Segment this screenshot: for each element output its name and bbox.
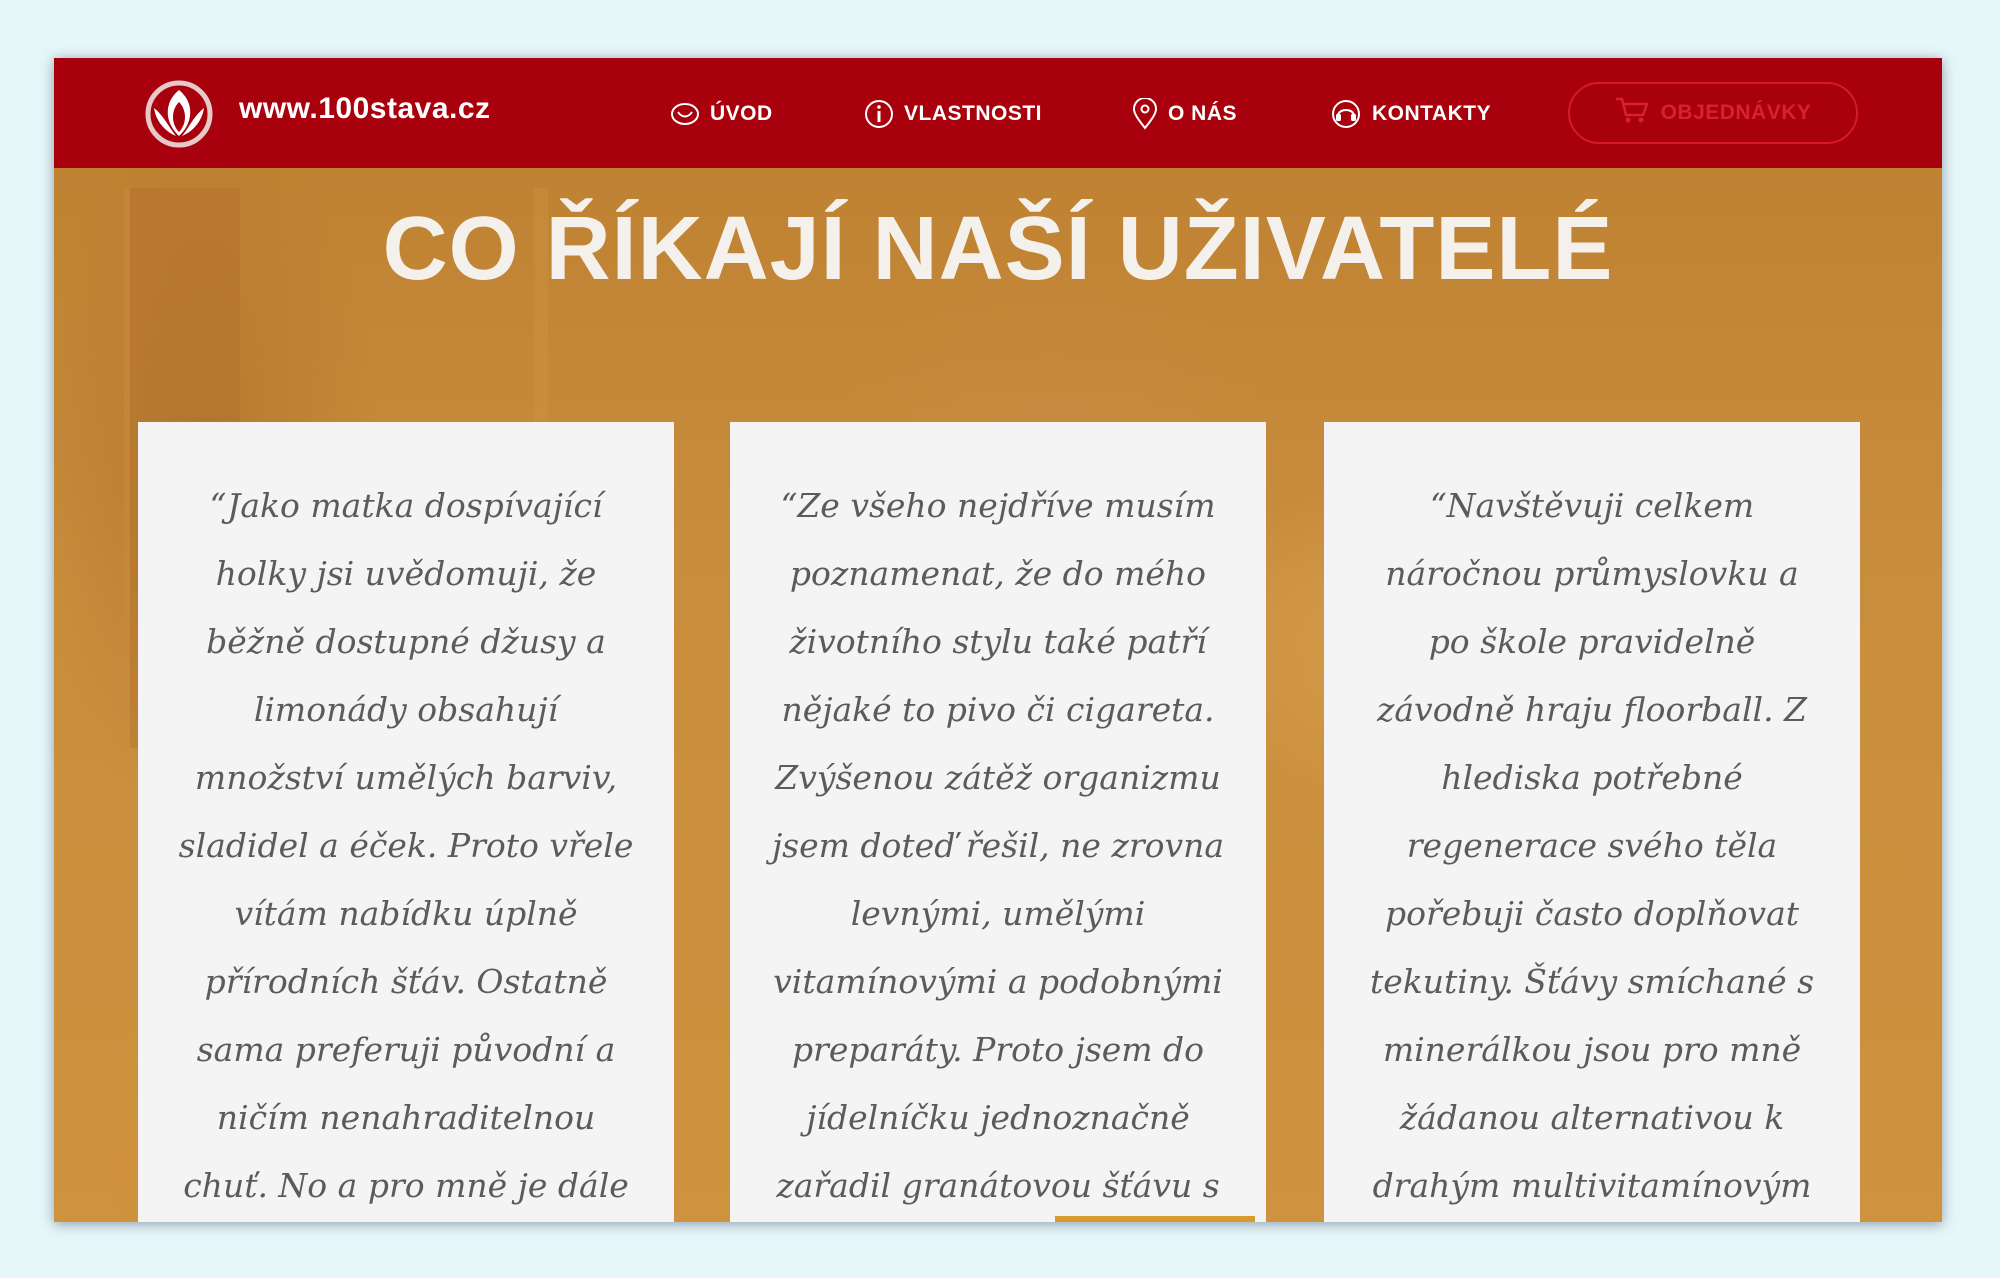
testimonial-line: chuť. No a pro mně je dále: [183, 1166, 629, 1205]
testimonial-line: “Ze všeho nejdříve musím: [780, 486, 1216, 525]
testimonial-card: “Jako matka dospívající holky jsi uvědom…: [138, 422, 674, 1222]
testimonial-card: “Navštěvuji celkem náročnou průmyslovku …: [1324, 422, 1860, 1222]
nav-item-label: ÚVOD: [710, 102, 773, 125]
nav-item-label: KONTAKTY: [1372, 102, 1492, 125]
testimonial-line: nějaké to pivo či cigareta.: [781, 690, 1215, 729]
location-pin-icon: [1132, 98, 1158, 130]
browser-viewport: www.100stava.cz ÚVOD VLASTNOSTI O NÁS KO…: [54, 58, 1942, 1222]
top-navbar: www.100stava.cz ÚVOD VLASTNOSTI O NÁS KO…: [54, 58, 1942, 168]
nav-item-o-nas[interactable]: O NÁS: [1132, 94, 1237, 134]
testimonial-line: po škole pravidelně: [1428, 622, 1756, 661]
section-title: CO ŘÍKAJÍ NAŠÍ UŽIVATELÉ: [382, 199, 1614, 299]
testimonial-line: “Jako matka dospívající: [209, 486, 603, 525]
testimonial-line: náročnou průmyslovku a: [1385, 554, 1799, 593]
brand-link[interactable]: www.100stava.cz: [239, 92, 491, 126]
testimonial-line: množství umělých barviv,: [194, 758, 618, 797]
testimonial-line: limonády obsahují: [253, 690, 559, 729]
orders-button-label: OBJEDNÁVKY: [1660, 101, 1812, 124]
testimonial-line: zařadil granátovou šťávu s: [776, 1166, 1220, 1205]
cart-icon: [1615, 96, 1649, 130]
testimonial-line: drahým multivitamínovým: [1372, 1166, 1812, 1205]
testimonial-line: Zvýšenou zátěž organizmu: [775, 758, 1221, 797]
nav-item-vlastnosti[interactable]: VLASTNOSTI: [864, 94, 1042, 134]
info-icon: [864, 99, 894, 129]
testimonial-line: přírodních šťáv. Ostatně: [204, 962, 608, 1001]
testimonial-line: životního stylu také patří: [789, 622, 1207, 661]
testimonial-line: jsem doteď řešil, ne zrovna: [771, 826, 1225, 865]
testimonial-line: sladidel a éček. Proto vřele: [178, 826, 634, 865]
testimonial-line: vítám nabídku úplně: [234, 894, 578, 933]
testimonial-line: sama preferuji původní a: [196, 1030, 616, 1069]
nav-item-label: O NÁS: [1168, 102, 1238, 125]
testimonial-line: “Navštěvuji celkem: [1429, 486, 1755, 525]
testimonial-line: ničím nenahraditelnou: [216, 1098, 596, 1137]
testimonial-line: pořebuji často doplňovat: [1384, 894, 1800, 933]
testimonial-card: “Ze všeho nejdříve musím poznamenat, že …: [730, 422, 1266, 1222]
testimonial-line: tekutiny. Šťávy smíchané s: [1369, 962, 1815, 1001]
testimonial-line: běžně dostupné džusy a: [206, 622, 606, 661]
testimonial-line: minerálkou jsou pro mně: [1382, 1030, 1802, 1069]
lotus-logo-icon[interactable]: [134, 78, 224, 148]
nav-item-kontakty[interactable]: KONTAKTY: [1330, 94, 1491, 134]
orders-button[interactable]: OBJEDNÁVKY: [1568, 82, 1858, 144]
testimonial-line: levnými, umělými: [850, 894, 1146, 933]
testimonial-line: žádanou alternativou k: [1399, 1098, 1785, 1137]
testimonial-line: poznamenat, že do mého: [789, 554, 1207, 593]
phone-headset-icon: [1330, 99, 1362, 129]
testimonial-line: hlediska potřebné: [1441, 758, 1743, 797]
testimonial-line: závodně hraju floorball. Z: [1377, 690, 1807, 729]
testimonial-line: holky jsi uvědomuji, že: [215, 554, 597, 593]
testimonial-line: preparáty. Proto jsem do: [791, 1030, 1205, 1069]
bottom-tab-strip: [1055, 1216, 1255, 1222]
nav-item-uvod[interactable]: ÚVOD: [670, 94, 773, 134]
testimonial-line: regenerace svého těla: [1406, 826, 1778, 865]
testimonial-line: vitamínovými a podobnými: [773, 962, 1223, 1001]
smile-icon: [670, 99, 700, 129]
testimonial-line: jídelníčku jednoznačně: [806, 1098, 1190, 1137]
nav-item-label: VLASTNOSTI: [904, 102, 1043, 125]
